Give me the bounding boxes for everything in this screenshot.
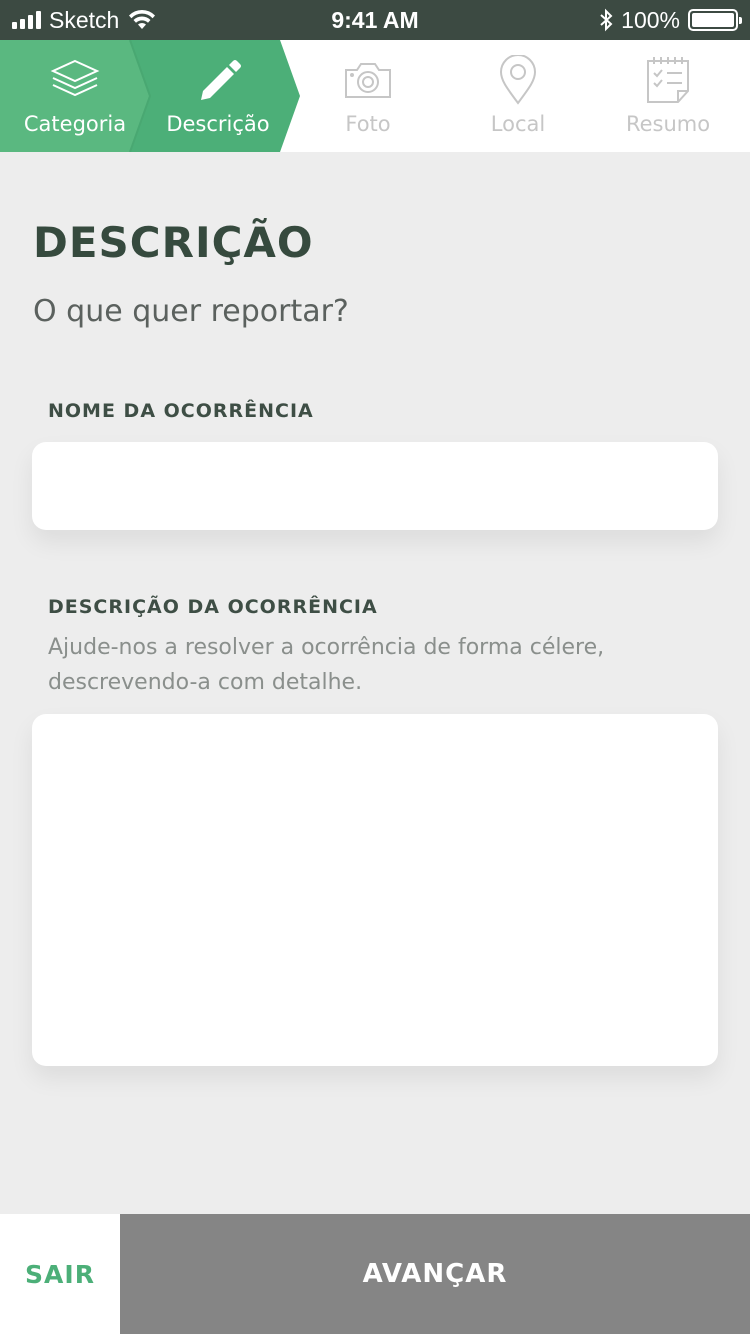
exit-button[interactable]: SAIR [0, 1214, 120, 1334]
step-descricao[interactable]: Descrição [143, 40, 293, 152]
battery-percentage: 100% [621, 6, 680, 33]
step-label: Categoria [23, 112, 127, 136]
occurrence-name-input[interactable] [32, 442, 718, 530]
description-help-text: Ajude-nos a resolver a ocorrência de for… [48, 635, 605, 695]
step-resumo[interactable]: Resumo [593, 40, 743, 152]
step-label: Resumo [625, 112, 711, 136]
step-categoria[interactable]: Categoria [0, 40, 150, 152]
occurrence-description-textarea[interactable] [32, 714, 718, 1066]
camera-icon [293, 54, 443, 106]
checklist-icon [593, 54, 743, 106]
status-bar: Sketch 9:41 AM 100% [0, 0, 750, 40]
step-label: Descrição [166, 112, 270, 136]
battery-icon [688, 9, 742, 31]
status-right: 100% [599, 0, 742, 40]
next-button[interactable]: AVANÇAR [120, 1214, 750, 1334]
description-field-label: DESCRIÇÃO DA OCORRÊNCIA [48, 596, 378, 618]
page-subtitle: O que quer reportar? [33, 294, 349, 329]
step-foto[interactable]: Foto [293, 40, 443, 152]
layers-icon [0, 54, 150, 106]
step-label: Local [490, 112, 546, 136]
step-label: Foto [345, 112, 391, 136]
step-progress-nav: Categoria Descrição Foto Local Resumo [0, 40, 750, 152]
page-title: DESCRIÇÃO [33, 218, 314, 267]
location-pin-icon [443, 54, 593, 106]
name-field-label: NOME DA OCORRÊNCIA [48, 400, 314, 422]
step-local[interactable]: Local [443, 40, 593, 152]
pencil-icon [143, 54, 293, 106]
bluetooth-icon [600, 8, 613, 32]
